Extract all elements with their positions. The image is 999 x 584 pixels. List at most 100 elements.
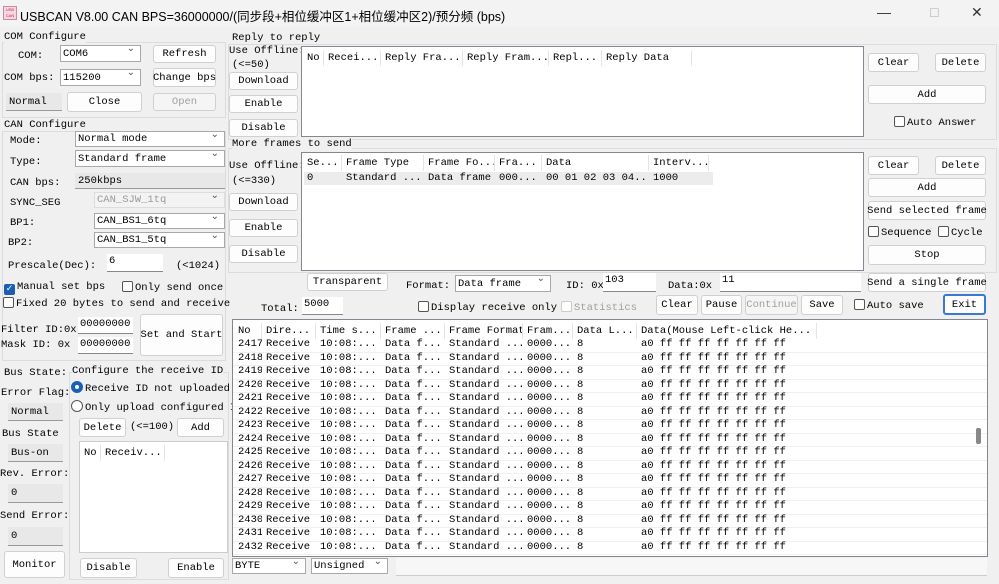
bp1-select[interactable]: CAN_BS1_6tq	[94, 211, 225, 229]
refresh-button[interactable]: Refresh	[153, 45, 216, 63]
column-header[interactable]: Data	[542, 155, 649, 171]
column-header[interactable]: Interv...	[649, 155, 709, 171]
table-row[interactable]: 2432 Receive 10:08:... Data f... Standard ..…	[233, 541, 987, 555]
reply-add-button[interactable]: Add	[868, 85, 986, 104]
message-log-table[interactable]: No Dire... Time s... Frame ... Frame Format F…	[232, 319, 988, 557]
column-header[interactable]: Frame Format	[445, 323, 523, 339]
column-header[interactable]: Data(Mouse Left-click He...	[637, 323, 817, 339]
multi-delete-button[interactable]: Delete	[935, 156, 986, 175]
radio-id-not-uploaded[interactable]: Receive ID not uploaded	[71, 381, 230, 395]
recv-disable-button[interactable]: Disable	[80, 558, 137, 578]
monitor-button[interactable]: Monitor	[4, 551, 65, 578]
radio-only-configured[interactable]: Only upload configured ID	[71, 400, 243, 414]
prescale-input[interactable]: 6	[107, 254, 163, 272]
reply-table[interactable]: No Recei... Reply Fra... Reply Fram... Repl.…	[301, 46, 864, 137]
reply-clear-button[interactable]: Clear	[868, 53, 919, 72]
format-select[interactable]: Data frame	[455, 273, 551, 292]
pause-button[interactable]: Pause	[701, 295, 742, 315]
continue-button[interactable]: Continue	[745, 295, 798, 315]
display-type-select[interactable]: BYTE	[232, 556, 306, 574]
recv-enable-button[interactable]: Enable	[168, 558, 224, 578]
table-row[interactable]: 2423 Receive 10:08:... Data f... Standard ..…	[233, 419, 987, 433]
multi-frame-table[interactable]: Se... Frame Type Frame Fo... Fra... Data Inte…	[301, 152, 864, 271]
cycle-checkbox[interactable]: Cycle	[938, 226, 983, 239]
column-header[interactable]: Receiv...	[101, 445, 165, 461]
reply-download-button[interactable]: Download	[229, 72, 298, 90]
column-header[interactable]: Reply Fra...	[381, 50, 463, 66]
multi-clear-button[interactable]: Clear	[868, 156, 919, 175]
filter-id-input[interactable]: 00000000	[78, 317, 133, 334]
com-bps-select[interactable]: 115200	[60, 67, 141, 86]
change-bps-button[interactable]: Change bps	[153, 68, 216, 87]
table-row[interactable]: 2427 Receive 10:08:... Data f... Standard ..…	[233, 473, 987, 487]
total-input[interactable]: 5000	[302, 297, 343, 315]
multi-enable-button[interactable]: Enable	[229, 219, 298, 237]
log-clear-button[interactable]: Clear	[656, 295, 698, 315]
column-header[interactable]: Reply Data	[602, 50, 692, 66]
reply-enable-button[interactable]: Enable	[229, 95, 298, 113]
table-row[interactable]: 2422 Receive 10:08:... Data f... Standard ..…	[233, 406, 987, 420]
column-header[interactable]: Recei...	[324, 50, 381, 66]
fixed20-checkbox[interactable]: Fixed 20 bytes to send and receive	[3, 297, 230, 310]
send-single-frame-button[interactable]: Send a single frame	[867, 273, 987, 292]
recv-id-list[interactable]: No Receiv...	[79, 441, 228, 553]
reply-delete-button[interactable]: Delete	[935, 53, 986, 72]
table-row[interactable]: 2420 Receive 10:08:... Data f... Standard ..…	[233, 379, 987, 393]
column-header[interactable]: Dire...	[262, 323, 316, 339]
column-header[interactable]: No	[80, 445, 101, 461]
column-header[interactable]: Frame Type	[342, 155, 424, 171]
only-send-once-checkbox[interactable]: Only send once	[122, 281, 223, 294]
column-header[interactable]: Frame ...	[381, 323, 445, 339]
table-row[interactable]: 2417 Receive 10:08:... Data f... Standard ..…	[233, 338, 987, 352]
minimize-button[interactable]: —	[877, 4, 891, 20]
display-receive-only-checkbox[interactable]: Display receive only	[418, 301, 557, 314]
log-scrollbar-thumb[interactable]	[976, 428, 981, 444]
close-window-button[interactable]: ✕	[971, 4, 983, 21]
sign-select[interactable]: Unsigned	[311, 556, 388, 574]
multi-download-button[interactable]: Download	[229, 193, 298, 211]
exit-button[interactable]: Exit	[943, 294, 986, 315]
frame-type-select[interactable]: Standard frame	[75, 148, 225, 167]
recv-add-button[interactable]: Add	[177, 418, 224, 437]
recv-delete-button[interactable]: Delete	[79, 418, 126, 437]
mode-select[interactable]: Normal mode	[75, 129, 225, 147]
send-selected-frame-button[interactable]: Send selected frame	[867, 201, 987, 220]
statistics-checkbox[interactable]: Statistics	[561, 301, 637, 314]
column-header[interactable]: Repl...	[549, 50, 602, 66]
column-header[interactable]: Reply Fram...	[463, 50, 549, 66]
table-row[interactable]: 2426 Receive 10:08:... Data f... Standard ..…	[233, 460, 987, 474]
multi-disable-button[interactable]: Disable	[229, 245, 298, 263]
id-input[interactable]: 103	[603, 273, 656, 292]
manual-bps-checkbox[interactable]: ✓ Manual set bps	[4, 281, 105, 295]
table-row[interactable]: 2431 Receive 10:08:... Data f... Standard ..…	[233, 527, 987, 541]
save-button[interactable]: Save	[801, 295, 843, 315]
column-header[interactable]: No	[303, 50, 324, 66]
open-port-button[interactable]: Open	[153, 93, 216, 111]
table-row[interactable]: 0 Standard ... Data frame 000... 00 01 02 03…	[302, 172, 863, 185]
com-port-select[interactable]: COM6	[60, 43, 141, 62]
auto-save-checkbox[interactable]: Auto save	[854, 299, 924, 312]
column-header[interactable]: Time s...	[316, 323, 381, 339]
table-row[interactable]: 2429 Receive 10:08:... Data f... Standard ..…	[233, 500, 987, 514]
column-header[interactable]: No	[234, 323, 262, 339]
column-header[interactable]: Se...	[303, 155, 342, 171]
column-header[interactable]: Data L...	[573, 323, 637, 339]
table-row[interactable]: 2421 Receive 10:08:... Data f... Standard ..…	[233, 392, 987, 406]
maximize-button[interactable]: □	[930, 4, 938, 20]
column-header[interactable]: Fra...	[495, 155, 542, 171]
table-row[interactable]: 2424 Receive 10:08:... Data f... Standard ..…	[233, 433, 987, 447]
transparent-button[interactable]: Transparent	[307, 273, 388, 291]
column-header[interactable]: Frame Fo...	[424, 155, 495, 171]
table-row[interactable]: 2428 Receive 10:08:... Data f... Standard ..…	[233, 487, 987, 501]
table-row[interactable]: 2430 Receive 10:08:... Data f... Standard ..…	[233, 514, 987, 528]
reply-disable-button[interactable]: Disable	[229, 119, 298, 137]
table-row[interactable]: 2418 Receive 10:08:... Data f... Standard ..…	[233, 352, 987, 366]
stop-button[interactable]: Stop	[868, 245, 986, 265]
sequence-checkbox[interactable]: Sequence	[868, 226, 931, 239]
bp2-select[interactable]: CAN_BS1_5tq	[94, 230, 225, 248]
column-header[interactable]: Fram...	[523, 323, 573, 339]
close-port-button[interactable]: Close	[67, 92, 142, 112]
sync-seg-select[interactable]: CAN_SJW_1tq	[94, 190, 225, 208]
multi-add-button[interactable]: Add	[868, 178, 986, 197]
mask-id-input[interactable]: 00000000	[78, 337, 133, 354]
